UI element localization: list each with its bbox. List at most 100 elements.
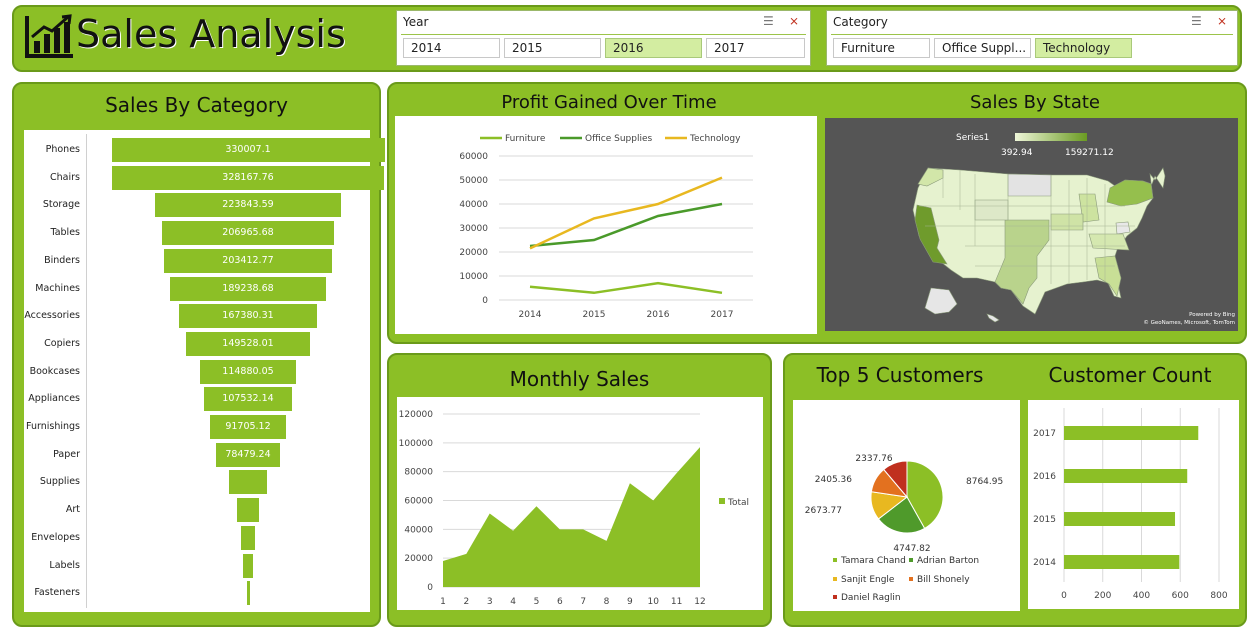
funnel-bar: 206965.68 [162,221,334,246]
year-option-2014[interactable]: 2014 [403,38,500,58]
top-customers-title: Top 5 Customers [816,363,984,387]
header-title: Sales Analysis [76,12,346,56]
category-option-technology[interactable]: Technology [1035,38,1132,58]
x-tick-label: 3 [487,597,493,607]
sales-by-state-map: Series1 392.94 159271.12 Powered by Bing… [825,118,1238,331]
funnel-axis-line [86,134,87,608]
profit-over-time-title: Profit Gained Over Time [501,92,717,113]
year-option-2017[interactable]: 2017 [706,38,805,58]
x-tick-label: 800 [1210,591,1227,601]
x-tick-label: 8 [604,597,610,607]
pie-data-label: 4747.82 [893,544,930,554]
y-tick-label: 120000 [399,410,434,420]
multi-select-icon[interactable]: ☰ [763,14,774,28]
y-tick-label: 0 [482,296,488,306]
funnel-category-label: Appliances [28,393,80,405]
y-tick-label: 40000 [404,525,433,535]
category-option-office-supplies[interactable]: Office Suppl... [934,38,1031,58]
funnel-chart: Phones 330007.1 Chairs 328167.76 Storage 2238… [24,130,385,612]
y-tick-label: 60000 [459,152,488,162]
funnel-category-label: Phones [45,144,80,155]
y-tick-label: 60000 [404,497,433,507]
map-legend-min: 392.94 [1001,148,1033,158]
x-tick-label: 12 [694,597,705,607]
x-tick-label: 2017 [711,310,734,320]
funnel-category-label: Fasteners [34,587,80,599]
y-tick-label: 50000 [459,176,488,186]
funnel-category-label: Envelopes [31,531,80,543]
legend-label: Daniel Raglin [841,593,901,603]
year-slicer-divider [401,34,806,35]
y-tick-label: 0 [427,583,433,593]
legend-label: Bill Shonely [917,575,970,585]
x-tick-label: 2014 [519,310,542,320]
sales-by-category-title: Sales By Category [105,93,288,117]
funnel-bar: 107532.14 [203,387,293,412]
funnel-bar: 330007.1 [111,138,385,162]
x-tick-label: 0 [1061,591,1067,601]
funnel-bar [236,498,260,523]
monthly-sales-area-chart: 0200004000060000800001000001200001 2 3 4 5 6 7… [397,397,763,610]
clear-filter-icon[interactable]: ⨯ [1217,14,1227,28]
bar [1064,512,1176,526]
x-tick-label: 2015 [583,310,606,320]
legend-label: Furniture [505,134,546,144]
customer-count-bar-chart: 0 200 400 600 800 2017 2016 2015 2014 [1028,400,1239,609]
funnel-bar: 189238.68 [169,276,327,301]
y-tick-label: 100000 [399,439,434,449]
sales-by-state-title: Sales By State [970,92,1100,113]
y-tick-label: 30000 [459,224,488,234]
y-tick-label: 2016 [1033,472,1056,482]
funnel-bar [228,470,268,495]
y-tick-label: 40000 [459,200,488,210]
bar [1064,555,1180,569]
year-slicer: Year ☰ ⨯ 2014 2015 2016 2017 [396,10,811,66]
year-option-2015[interactable]: 2015 [504,38,601,58]
legend-label: Sanjit Engle [841,575,895,585]
customer-count-title: Customer Count [1048,363,1212,387]
x-tick-label: 11 [671,597,682,607]
profit-line-chart: 0 10000 20000 30000 40000 50000 60000 2014 2015 2… [395,116,817,334]
funnel-category-label: Binders [44,254,80,266]
legend-label: Technology [689,134,741,144]
pie-data-label: 2337.76 [855,454,892,464]
funnel-category-label: Copiers [44,337,80,349]
funnel-bar: 167380.31 [178,304,318,329]
x-tick-label: 2016 [647,310,670,320]
x-tick-label: 7 [580,597,586,607]
map-attribution-geo: © GeoNames, Microsoft, TomTom [1143,319,1235,326]
pie-data-label: 8764.95 [966,477,1003,487]
multi-select-icon[interactable]: ☰ [1191,14,1202,28]
x-tick-label: 9 [627,597,633,607]
funnel-bar [242,553,254,578]
y-tick-label: 2014 [1033,558,1056,568]
funnel-category-label: Accessories [24,310,80,322]
y-tick-label: 80000 [404,468,433,478]
funnel-bar [241,525,255,550]
funnel-category-label: Bookcases [29,365,80,377]
year-slicer-title: Year [403,15,429,29]
x-tick-label: 10 [648,597,660,607]
funnel-bar: 149528.01 [186,331,310,356]
y-tick-label: 20000 [459,248,488,258]
category-option-furniture[interactable]: Furniture [833,38,930,58]
y-tick-label: 2015 [1033,515,1056,525]
funnel-bar: 328167.76 [112,165,384,190]
funnel-bar: 91705.12 [210,415,286,439]
pie-data-label: 2673.77 [805,506,842,516]
legend-swatch [833,558,837,562]
funnel-category-label: Machines [35,282,80,294]
funnel-category-label: Storage [42,199,80,211]
funnel-bar: 223843.59 [155,193,341,218]
funnel-category-label: Paper [53,448,80,460]
funnel-category-label: Tables [50,227,80,239]
legend-swatch [833,595,837,599]
monthly-sales-title: Monthly Sales [509,367,650,391]
pie-data-label: 2405.36 [815,475,852,485]
y-tick-label: 10000 [459,272,488,282]
year-option-2016[interactable]: 2016 [605,38,702,58]
chart-logo-icon [25,14,73,58]
bar [1064,426,1199,440]
clear-filter-icon[interactable]: ⨯ [789,14,799,28]
top-customers-pie-chart: 8764.95 4747.82 2673.77 2405.36 2337.76 Tamar… [793,400,1020,611]
